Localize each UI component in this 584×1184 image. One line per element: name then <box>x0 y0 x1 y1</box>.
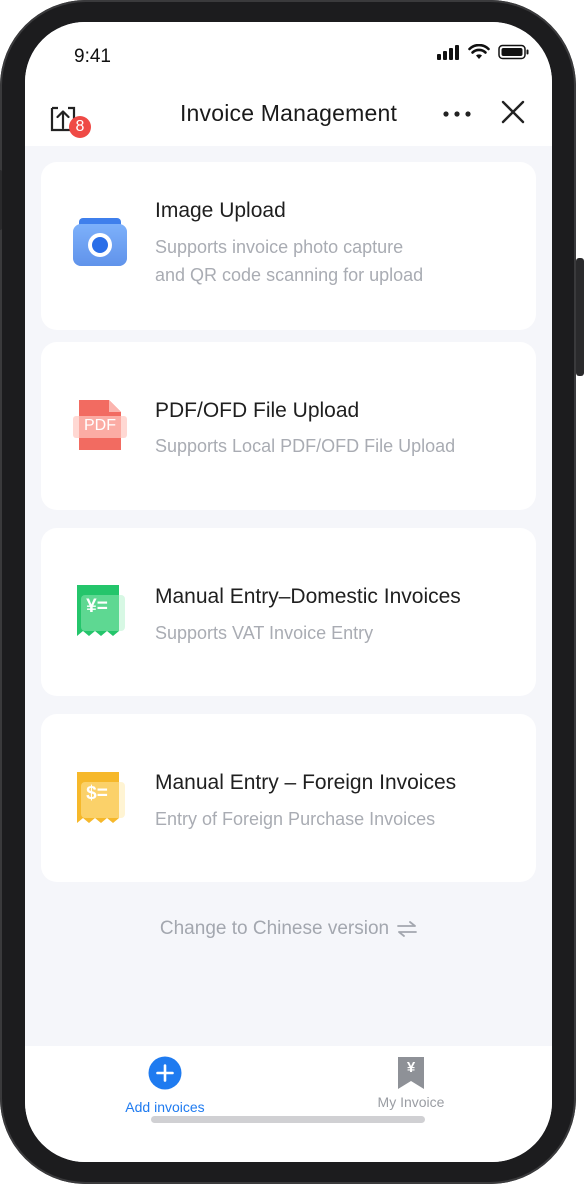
change-language-label: Change to Chinese version <box>159 918 390 939</box>
navigation-bar: 8 Invoice Management <box>25 92 552 146</box>
status-time: 9:41 <box>74 46 111 67</box>
dollar-icon-text: $= <box>86 783 108 804</box>
app-screen: 9:41 8 Invoice Management Image Upload S… <box>25 22 552 1162</box>
tab-add-invoices[interactable]: Add invoices <box>75 1056 255 1115</box>
bottom-tab-bar: Add invoices ¥ My Invoice <box>25 1046 552 1162</box>
tab-my-invoice[interactable]: ¥ My Invoice <box>321 1056 501 1110</box>
card-description: Supports Local PDF/OFD File Upload <box>155 436 456 456</box>
signal-icon <box>437 45 459 60</box>
dollar-receipt-icon: $= <box>69 768 131 830</box>
card-description: Supports VAT Invoice Entry <box>155 623 374 643</box>
wifi-icon <box>468 44 490 59</box>
image-upload-card[interactable]: Image Upload Supports invoice photo capt… <box>41 162 536 330</box>
card-title: Manual Entry–Domestic Invoices <box>155 585 461 608</box>
more-dots-icon <box>443 111 471 117</box>
close-button[interactable] <box>499 98 527 126</box>
more-options-button[interactable] <box>441 102 475 126</box>
plus-circle-icon <box>148 1056 182 1090</box>
card-description: Supports invoice photo capture and QR co… <box>155 233 515 289</box>
pdf-ofd-upload-card[interactable]: PDF PDF/OFD File Upload Supports Local P… <box>41 342 536 510</box>
side-button <box>576 258 584 376</box>
camera-icon <box>73 218 127 266</box>
bookmark-yuan-text: ¥ <box>406 1059 416 1076</box>
tab-label: Add invoices <box>125 1099 205 1115</box>
status-bar: 9:41 <box>25 22 552 92</box>
pdf-icon-text: PDF <box>84 417 116 434</box>
battery-icon <box>498 44 529 60</box>
manual-entry-foreign-card[interactable]: $= Manual Entry – Foreign Invoices Entry… <box>41 714 536 882</box>
card-title: PDF/OFD File Upload <box>155 399 360 422</box>
manual-entry-domestic-card[interactable]: ¥= Manual Entry–Domestic Invoices Suppor… <box>41 528 536 696</box>
phone-frame: 9:41 8 Invoice Management Image Upload S… <box>0 0 584 1184</box>
yuan-icon-text: ¥= <box>86 596 108 617</box>
pdf-file-icon: PDF <box>69 392 131 454</box>
card-title: Manual Entry – Foreign Invoices <box>155 771 457 794</box>
status-icons <box>436 44 530 60</box>
home-indicator <box>151 1116 425 1123</box>
yuan-receipt-icon: ¥= <box>69 581 131 643</box>
card-description-line: Supports invoice photo capture <box>155 237 404 257</box>
change-language-link[interactable]: Change to Chinese version <box>25 918 552 940</box>
tab-label: My Invoice <box>377 1094 445 1110</box>
invoice-bookmark-icon: ¥ <box>397 1056 425 1090</box>
card-description: Entry of Foreign Purchase Invoices <box>155 809 436 829</box>
card-description-line: and QR code scanning for upload <box>155 265 424 285</box>
close-icon <box>501 100 525 124</box>
swap-arrows-icon <box>397 921 417 937</box>
volume-button-up <box>0 170 2 230</box>
card-title: Image Upload <box>155 199 286 222</box>
